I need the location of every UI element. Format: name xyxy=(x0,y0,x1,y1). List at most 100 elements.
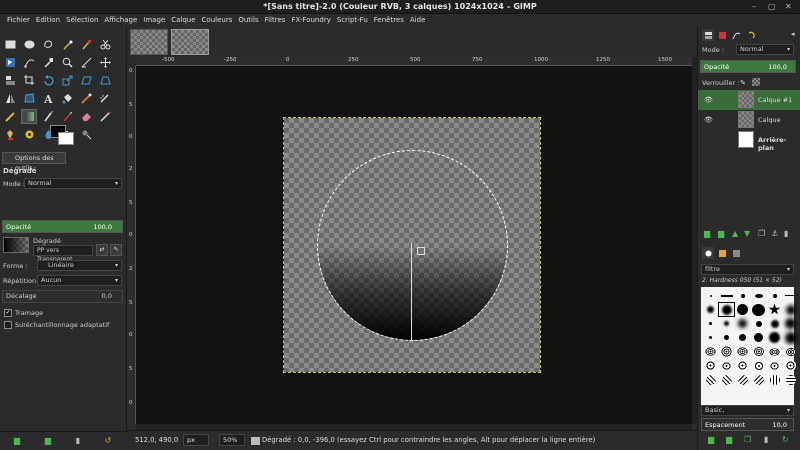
brush-item[interactable] xyxy=(703,331,718,344)
menu-image[interactable]: Image xyxy=(140,14,168,27)
brush-item[interactable] xyxy=(719,345,734,358)
brush-item[interactable] xyxy=(767,303,782,316)
menu-view[interactable]: Affichage xyxy=(101,14,140,27)
image-tab-2[interactable] xyxy=(171,29,209,55)
unit-combo[interactable]: px xyxy=(183,434,209,446)
brushes-tab-icon[interactable] xyxy=(702,247,714,259)
maximize-button[interactable]: ▢ xyxy=(768,2,776,11)
delete-options-icon[interactable]: ▮ xyxy=(73,436,83,446)
brush-item[interactable] xyxy=(783,289,798,302)
brush-item[interactable] xyxy=(751,289,766,302)
spacing-slider[interactable]: Espacement 10,0 xyxy=(701,418,794,431)
dither-checkbox[interactable]: ✓ xyxy=(4,309,12,317)
brush-item[interactable] xyxy=(735,289,750,302)
close-button[interactable]: ✕ xyxy=(785,2,792,11)
color-picker-tool[interactable] xyxy=(40,55,56,70)
crop-tool[interactable] xyxy=(21,73,37,88)
menu-select[interactable]: Sélection xyxy=(63,14,101,27)
brush-item[interactable] xyxy=(703,289,718,302)
layer-mode-combo[interactable]: Normal ▾ xyxy=(736,44,794,55)
brush-preset-combo[interactable]: Basic, ▾ xyxy=(701,405,794,416)
brush-item[interactable] xyxy=(751,359,766,372)
heal-tool[interactable] xyxy=(97,109,113,124)
repeat-combo[interactable]: Aucun ▾ xyxy=(37,275,122,286)
perspective-clone-tool[interactable] xyxy=(21,127,37,142)
airbrush-tool[interactable] xyxy=(97,91,113,106)
background-color[interactable] xyxy=(58,132,74,145)
rect-select-tool[interactable] xyxy=(2,37,18,52)
brush-item[interactable] xyxy=(735,373,750,386)
color-select-tool[interactable] xyxy=(78,37,94,52)
brush-item[interactable] xyxy=(751,345,766,358)
opacity-slider[interactable]: Opacité 100,0 xyxy=(2,220,123,233)
gradient-line[interactable] xyxy=(411,243,412,341)
edit-gradient-button[interactable]: ✎ xyxy=(110,244,122,256)
menu-fx-foundry[interactable]: FX-Foundry xyxy=(288,14,333,27)
paintbrush-tool[interactable] xyxy=(78,91,94,106)
menu-filters[interactable]: Filtres xyxy=(262,14,289,27)
lower-layer-icon[interactable]: ▼ xyxy=(744,229,750,238)
brush-item[interactable] xyxy=(767,373,782,386)
eye-icon[interactable]: 👁 xyxy=(704,96,713,104)
eraser-tool[interactable] xyxy=(78,109,94,124)
shear-tool[interactable] xyxy=(78,73,94,88)
clone-tool[interactable] xyxy=(2,127,18,142)
color-swatches[interactable] xyxy=(50,125,80,153)
brush-item[interactable] xyxy=(719,317,734,330)
image-canvas[interactable] xyxy=(283,117,541,373)
minimize-button[interactable]: – xyxy=(752,2,756,11)
zoom-combo[interactable]: 50% xyxy=(219,434,245,446)
menu-edit[interactable]: Edition xyxy=(33,14,63,27)
patterns-tab-icon[interactable] xyxy=(716,247,728,259)
fuzzy-select-tool[interactable] xyxy=(59,37,75,52)
brush-item[interactable] xyxy=(767,317,782,330)
anchor-layer-icon[interactable]: ⚓ xyxy=(771,229,778,238)
gradient-preview[interactable] xyxy=(3,237,29,253)
cage-transform-tool[interactable] xyxy=(21,91,37,106)
brush-item[interactable] xyxy=(783,331,798,344)
brush-item[interactable] xyxy=(767,289,782,302)
layer-row[interactable]: 👁 Calque #1 xyxy=(698,90,800,110)
brush-item[interactable] xyxy=(783,373,798,386)
brush-item[interactable] xyxy=(735,331,750,344)
menu-windows[interactable]: Fenêtres xyxy=(371,14,407,27)
measure-tool[interactable] xyxy=(78,55,94,70)
gradients-tab-icon[interactable] xyxy=(730,247,742,259)
pencil-tool[interactable] xyxy=(2,109,18,124)
brush-item[interactable] xyxy=(703,317,718,330)
layer-row[interactable]: Arrière-plan xyxy=(698,130,800,152)
gradient-tool[interactable] xyxy=(21,109,37,124)
brush-item[interactable] xyxy=(767,345,782,358)
foreground-select-tool[interactable] xyxy=(2,55,18,70)
brush-item[interactable] xyxy=(767,359,782,372)
brush-item[interactable] xyxy=(751,373,766,386)
menu-colors[interactable]: Couleurs xyxy=(199,14,236,27)
reset-options-icon[interactable]: ↺ xyxy=(103,436,113,446)
layers-tab-icon[interactable] xyxy=(702,29,714,41)
brush-item[interactable] xyxy=(735,345,750,358)
brush-item[interactable] xyxy=(703,345,718,358)
brush-item[interactable] xyxy=(783,303,798,316)
menu-layer[interactable]: Calque xyxy=(168,14,198,27)
raise-layer-icon[interactable]: ▲ xyxy=(732,229,738,238)
menu-help[interactable]: Aide xyxy=(407,14,428,27)
brush-item[interactable] xyxy=(735,303,750,316)
move-tool[interactable] xyxy=(97,55,113,70)
new-brush-icon[interactable]: ▆ xyxy=(726,435,732,444)
brush-tag-filter[interactable]: filtre ▾ xyxy=(701,264,794,275)
eye-icon[interactable]: 👁 xyxy=(704,116,713,124)
dock-menu-icon[interactable]: ◂ xyxy=(791,30,795,38)
duplicate-brush-icon[interactable]: ❐ xyxy=(744,435,751,444)
lasso-tool[interactable] xyxy=(40,37,56,52)
edit-brush-icon[interactable]: ▆ xyxy=(708,435,714,444)
dodge-burn-tool[interactable] xyxy=(78,127,94,142)
paint-tool[interactable] xyxy=(59,109,75,124)
brush-item[interactable] xyxy=(703,373,718,386)
duplicate-layer-icon[interactable]: ❐ xyxy=(758,229,765,238)
new-layer-icon[interactable]: ▆ xyxy=(704,229,710,238)
image-tab-1[interactable] xyxy=(130,29,168,55)
lock-pixels-icon[interactable]: ✎ xyxy=(740,79,746,87)
menu-file[interactable]: Fichier xyxy=(4,14,33,27)
scissors-tool[interactable] xyxy=(97,37,113,52)
undo-history-tab-icon[interactable] xyxy=(744,29,756,41)
